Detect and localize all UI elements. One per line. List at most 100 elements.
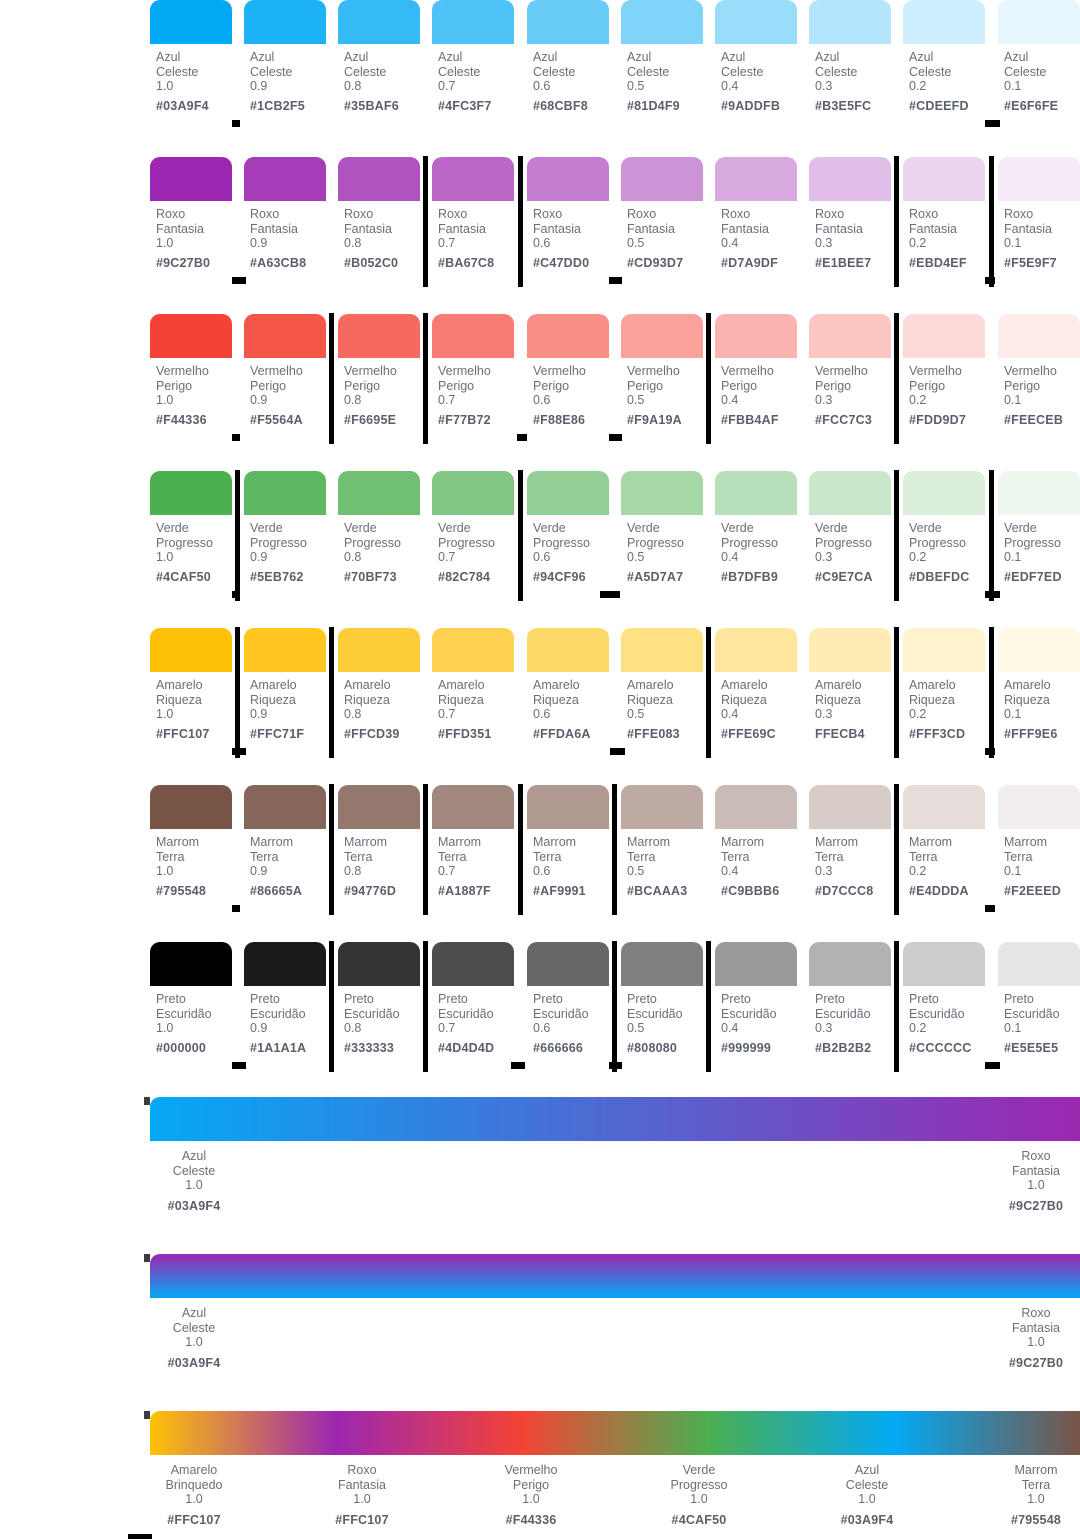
shade-opacity: 0.8 xyxy=(344,707,362,721)
shade-opacity: 0.6 xyxy=(533,1021,551,1035)
color-swatch-card: Amarelo Riqueza 0.3 FFECB4 xyxy=(809,628,891,758)
shade-label: Amarelo Riqueza 0.9 xyxy=(250,678,297,722)
hex-code: #B052C0 xyxy=(344,256,399,270)
color-swatch xyxy=(338,942,420,986)
shade-opacity: 1.0 xyxy=(156,1021,174,1035)
hex-code: #1CB2F5 xyxy=(250,99,305,113)
shade-label: Vermelho Perigo 0.7 xyxy=(438,364,491,408)
hex-code: #1A1A1A xyxy=(250,1041,307,1055)
shade-opacity: 0.4 xyxy=(721,79,739,93)
hex-code: #F5564A xyxy=(250,413,303,427)
palette-name: Azul Celeste xyxy=(344,50,387,79)
palette-name: Roxo Fantasia xyxy=(627,207,675,236)
shade-opacity: 0.2 xyxy=(909,550,927,564)
palette-name: Verde Progresso xyxy=(250,521,307,550)
palette-name: Verde Progresso xyxy=(344,521,401,550)
hex-code: #94776D xyxy=(344,884,397,898)
color-swatch-card: Marrom Terra 0.7 #A1887F xyxy=(432,785,514,915)
palette-name: Marrom Terra xyxy=(909,835,953,864)
color-swatch xyxy=(809,785,891,829)
shade-label: Verde Progresso 0.3 xyxy=(815,521,872,565)
shade-opacity: 0.7 xyxy=(438,236,456,250)
gradient-stop: Roxo Fantasia 1.0 #9C27B0 xyxy=(986,1306,1080,1370)
hex-code: #C9BBB6 xyxy=(721,884,780,898)
color-swatch-card: Roxo Fantasia 1.0 #9C27B0 xyxy=(150,157,232,287)
shade-opacity: 0.4 xyxy=(721,393,739,407)
separator-mark xyxy=(985,905,995,912)
color-swatch xyxy=(621,785,703,829)
gradient-stop: Azul Celeste 1.0 #03A9F4 xyxy=(144,1306,244,1370)
shade-opacity: 0.4 xyxy=(721,864,739,878)
color-swatch xyxy=(809,942,891,986)
shade-opacity: 0.6 xyxy=(533,707,551,721)
color-swatch xyxy=(621,0,703,44)
color-swatch-card: Marrom Terra 1.0 #795548 xyxy=(150,785,232,915)
shade-label: Roxo Fantasia 0.1 xyxy=(1004,207,1052,251)
palette-name: Vermelho Perigo xyxy=(721,364,774,393)
shade-label: Preto Escuridão 0.6 xyxy=(533,992,589,1036)
palette-name: Azul Celeste xyxy=(721,50,764,79)
shade-opacity: 0.8 xyxy=(344,79,362,93)
color-swatch xyxy=(998,157,1080,201)
color-swatch-card: Azul Celeste 0.2 #CDEEFD xyxy=(903,0,985,130)
color-swatch-card: Verde Progresso 0.2 #DBEFDC xyxy=(903,471,985,601)
color-swatch xyxy=(338,471,420,515)
separator-mark xyxy=(894,627,899,758)
hex-code: #4FC3F7 xyxy=(438,99,492,113)
palette-name: Preto Escuridão xyxy=(721,992,777,1021)
color-swatch xyxy=(150,785,232,829)
shade-label: Amarelo Riqueza 0.6 xyxy=(533,678,580,722)
color-swatch-card: Marrom Terra 0.4 #C9BBB6 xyxy=(715,785,797,915)
color-swatch-card: Amarelo Riqueza 0.6 #FFDA6A xyxy=(527,628,609,758)
shade-label: Roxo Fantasia 0.2 xyxy=(909,207,957,251)
shade-label: Roxo Fantasia 1.0 xyxy=(156,207,204,251)
color-swatch-card: Preto Escuridão 0.6 #666666 xyxy=(527,942,609,1072)
shade-opacity: 0.5 xyxy=(627,79,645,93)
shade-opacity: 0.1 xyxy=(1004,393,1022,407)
gradient-stop-hex: #FFC107 xyxy=(167,1512,221,1527)
separator-mark xyxy=(706,313,711,444)
palette-name: Verde Progresso xyxy=(721,521,778,550)
color-swatch xyxy=(244,471,326,515)
shade-opacity: 0.9 xyxy=(250,393,268,407)
color-swatch-card: Azul Celeste 0.9 #1CB2F5 xyxy=(244,0,326,130)
shade-label: Marrom Terra 1.0 xyxy=(156,835,199,879)
palette-name: Marrom Terra xyxy=(721,835,765,864)
color-swatch-card: Amarelo Riqueza 0.4 #FFE69C xyxy=(715,628,797,758)
shade-opacity: 0.9 xyxy=(250,236,268,250)
color-swatch xyxy=(903,0,985,44)
color-swatch-card: Vermelho Perigo 0.7 #F77B72 xyxy=(432,314,514,444)
separator-mark xyxy=(511,1062,525,1069)
color-swatch xyxy=(621,628,703,672)
gradient-edge-mark xyxy=(144,1254,150,1262)
shade-opacity: 0.5 xyxy=(627,864,645,878)
color-swatch xyxy=(715,785,797,829)
shade-opacity: 0.6 xyxy=(533,864,551,878)
shade-label: Vermelho Perigo 1.0 xyxy=(156,364,209,408)
shade-opacity: 0.3 xyxy=(815,707,833,721)
palette-name: Preto Escuridão xyxy=(815,992,871,1021)
color-swatch-card: Preto Escuridão 0.5 #808080 xyxy=(621,942,703,1072)
palette-name: Verde Progresso xyxy=(438,521,495,550)
shade-label: Preto Escuridão 0.8 xyxy=(344,992,400,1036)
gradient-stop-hex: #F44336 xyxy=(505,1512,557,1527)
shade-label: Amarelo Riqueza 0.3 xyxy=(815,678,862,722)
palette-name: Vermelho Perigo xyxy=(627,364,680,393)
color-swatch xyxy=(338,0,420,44)
palette-name: Preto Escuridão xyxy=(627,992,683,1021)
separator-mark xyxy=(232,905,240,912)
hex-code: #86665A xyxy=(250,884,303,898)
shade-label: Verde Progresso 0.4 xyxy=(721,521,778,565)
hex-code: #F6695E xyxy=(344,413,397,427)
color-swatch xyxy=(432,157,514,201)
gradient-stop-label: Amarelo Brinquedo 1.0 xyxy=(165,1463,223,1506)
hex-code: #70BF73 xyxy=(344,570,397,584)
shade-label: Amarelo Riqueza 0.5 xyxy=(627,678,674,722)
separator-mark xyxy=(423,313,428,444)
color-swatch xyxy=(150,471,232,515)
gradient-stop-hex: #03A9F4 xyxy=(840,1512,894,1527)
gradient-stop-hex: #4CAF50 xyxy=(671,1512,727,1527)
shade-opacity: 0.5 xyxy=(627,236,645,250)
corner-mark xyxy=(128,1534,152,1539)
hex-code: #F5E9F7 xyxy=(1004,256,1057,270)
